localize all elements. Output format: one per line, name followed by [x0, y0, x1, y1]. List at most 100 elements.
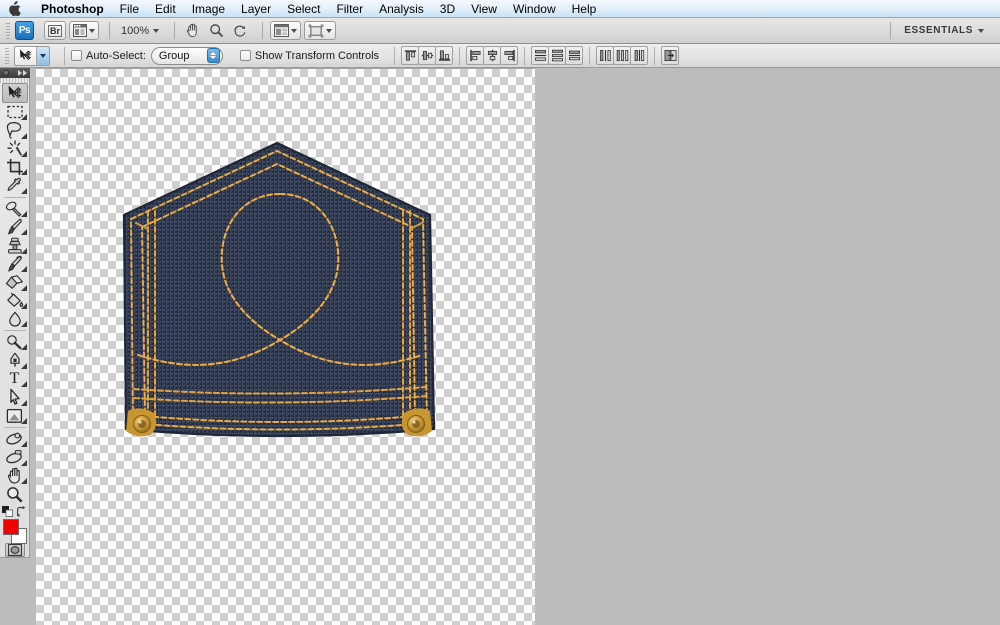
align-vertical-centers-button[interactable] — [418, 46, 437, 65]
optionsbar-gripper[interactable] — [5, 47, 9, 64]
sidebar-item-path-selection-tool[interactable] — [2, 388, 28, 406]
rotate-view-tool-button[interactable] — [230, 21, 252, 40]
foreground-color-swatch[interactable] — [2, 519, 19, 536]
sidebar-item-magic-wand-tool[interactable] — [2, 140, 28, 158]
options-divider-3 — [459, 46, 461, 65]
align-top-edges-button[interactable] — [401, 46, 420, 65]
tools-palette-header[interactable] — [0, 68, 30, 78]
sidebar-item-rectangle-shape-tool[interactable] — [2, 407, 28, 425]
menu-item-filter[interactable]: Filter — [328, 0, 371, 18]
sidebar-item-3d-object-rotate-tool[interactable] — [2, 430, 28, 448]
sidebar-item-clone-stamp-tool[interactable] — [2, 236, 28, 254]
apple-logo-icon[interactable] — [8, 1, 23, 17]
menu-item-image[interactable]: Image — [184, 0, 233, 18]
tool-flyout-indicator — [20, 150, 27, 157]
tools-divider-2 — [3, 330, 26, 332]
document-workspace[interactable] — [0, 68, 1000, 625]
chevron-down-icon — [153, 28, 160, 33]
tool-flyout-indicator — [20, 169, 27, 176]
auto-select-checkbox[interactable] — [71, 50, 82, 61]
tool-flyout-indicator — [20, 418, 27, 425]
mini-bridge-button[interactable] — [69, 21, 100, 40]
menu-item-layer[interactable]: Layer — [233, 0, 279, 18]
distribute-horizontal-centers-button[interactable] — [613, 46, 632, 65]
sidebar-item-blur-tool[interactable] — [2, 310, 28, 328]
auto-select-group: Auto-Select: Group — [71, 46, 223, 65]
auto-select-scope-dropdown[interactable]: Group — [150, 46, 223, 65]
zoom-level-control[interactable]: 100% — [117, 21, 163, 40]
screen-mode-icon — [308, 23, 324, 38]
tool-preset-picker[interactable] — [14, 45, 50, 66]
sidebar-item-pen-tool[interactable] — [2, 351, 28, 369]
denim-jeans-pocket-artwork[interactable] — [114, 137, 444, 447]
show-transform-checkbox[interactable] — [239, 50, 251, 61]
sidebar-item-marquee-tool[interactable] — [2, 103, 28, 121]
arrange-documents-button[interactable] — [270, 21, 302, 40]
show-transform-group: Show Transform Controls — [239, 50, 379, 62]
swap-colors-icon[interactable] — [16, 506, 27, 518]
screen-mode-button[interactable] — [304, 21, 337, 40]
align-horizontal-centers-button[interactable] — [483, 46, 502, 65]
tool-flyout-indicator — [20, 381, 27, 388]
launch-bridge-button[interactable]: Br — [44, 21, 67, 40]
sidebar-item-gradient-tool[interactable] — [2, 292, 28, 310]
workspace-switcher[interactable]: ESSENTIALS — [880, 21, 994, 41]
menu-item-help[interactable]: Help — [564, 0, 605, 18]
sidebar-item-crop-tool[interactable] — [2, 158, 28, 176]
sidebar-item-3d-camera-rotate-tool[interactable] — [2, 448, 28, 466]
tool-flyout-indicator — [20, 302, 27, 309]
appbar-gripper[interactable] — [6, 22, 10, 39]
tool-preset-chevron[interactable] — [36, 46, 49, 65]
tool-flyout-indicator — [20, 132, 27, 139]
tool-flyout-indicator — [20, 284, 27, 291]
distribute-vertical-centers-button[interactable] — [548, 46, 567, 65]
menu-item-select[interactable]: Select — [279, 0, 328, 18]
sidebar-item-lasso-tool[interactable] — [2, 121, 28, 139]
align-bottom-edges-button[interactable] — [435, 46, 454, 65]
sidebar-item-dodge-tool[interactable] — [2, 333, 28, 351]
align-right-edges-button[interactable] — [500, 46, 519, 65]
sidebar-item-zoom-tool[interactable] — [2, 485, 28, 503]
tools-palette-gripper[interactable] — [0, 77, 30, 83]
align-vertical-group — [401, 46, 454, 65]
sidebar-item-eraser-tool[interactable] — [2, 273, 28, 291]
menu-item-view[interactable]: View — [463, 0, 505, 18]
menu-item-analysis[interactable]: Analysis — [371, 0, 432, 18]
appbar-divider-1 — [109, 22, 111, 39]
auto-align-layers-button[interactable] — [661, 46, 680, 65]
type-tool-icon: T — [9, 370, 20, 388]
sidebar-item-history-brush-tool[interactable] — [2, 255, 28, 273]
appbar-divider-3 — [262, 22, 264, 39]
bridge-icon: Br — [48, 24, 63, 37]
zoom-tool-button[interactable] — [206, 21, 227, 40]
menu-item-photoshop[interactable]: Photoshop — [33, 0, 112, 18]
tool-flyout-indicator — [20, 266, 27, 273]
quick-mask-button[interactable] — [4, 543, 25, 558]
tool-flyout-indicator — [20, 210, 27, 217]
menu-item-3d[interactable]: 3D — [432, 0, 463, 18]
align-left-edges-button[interactable] — [466, 46, 485, 65]
options-divider-5 — [589, 46, 591, 65]
distribute-bottom-edges-button[interactable] — [565, 46, 584, 65]
distribute-left-edges-button[interactable] — [596, 46, 615, 65]
menu-item-window[interactable]: Window — [505, 0, 564, 18]
collapse-panel-icon[interactable] — [17, 69, 27, 76]
sidebar-item-move-tool[interactable] — [1, 82, 28, 103]
menu-item-file[interactable]: File — [112, 0, 147, 18]
options-divider-4 — [524, 46, 526, 65]
zoom-tool-icon — [7, 486, 23, 503]
canvas-transparent-background[interactable] — [36, 68, 535, 625]
close-icon[interactable] — [2, 69, 9, 76]
distribute-right-edges-button[interactable] — [630, 46, 649, 65]
menu-item-edit[interactable]: Edit — [147, 0, 184, 18]
distribute-top-edges-button[interactable] — [531, 46, 550, 65]
sidebar-item-type-tool[interactable]: T — [2, 370, 28, 388]
sidebar-item-eyedropper-tool[interactable] — [2, 176, 28, 194]
sidebar-item-hand-tool[interactable] — [2, 467, 28, 485]
default-colors-icon[interactable] — [2, 506, 13, 518]
sidebar-item-healing-brush-tool[interactable] — [2, 199, 28, 218]
sidebar-item-brush-tool[interactable] — [2, 218, 28, 236]
arrange-documents-icon — [274, 24, 290, 37]
color-swatches[interactable] — [2, 519, 28, 545]
hand-tool-button[interactable] — [182, 21, 203, 40]
